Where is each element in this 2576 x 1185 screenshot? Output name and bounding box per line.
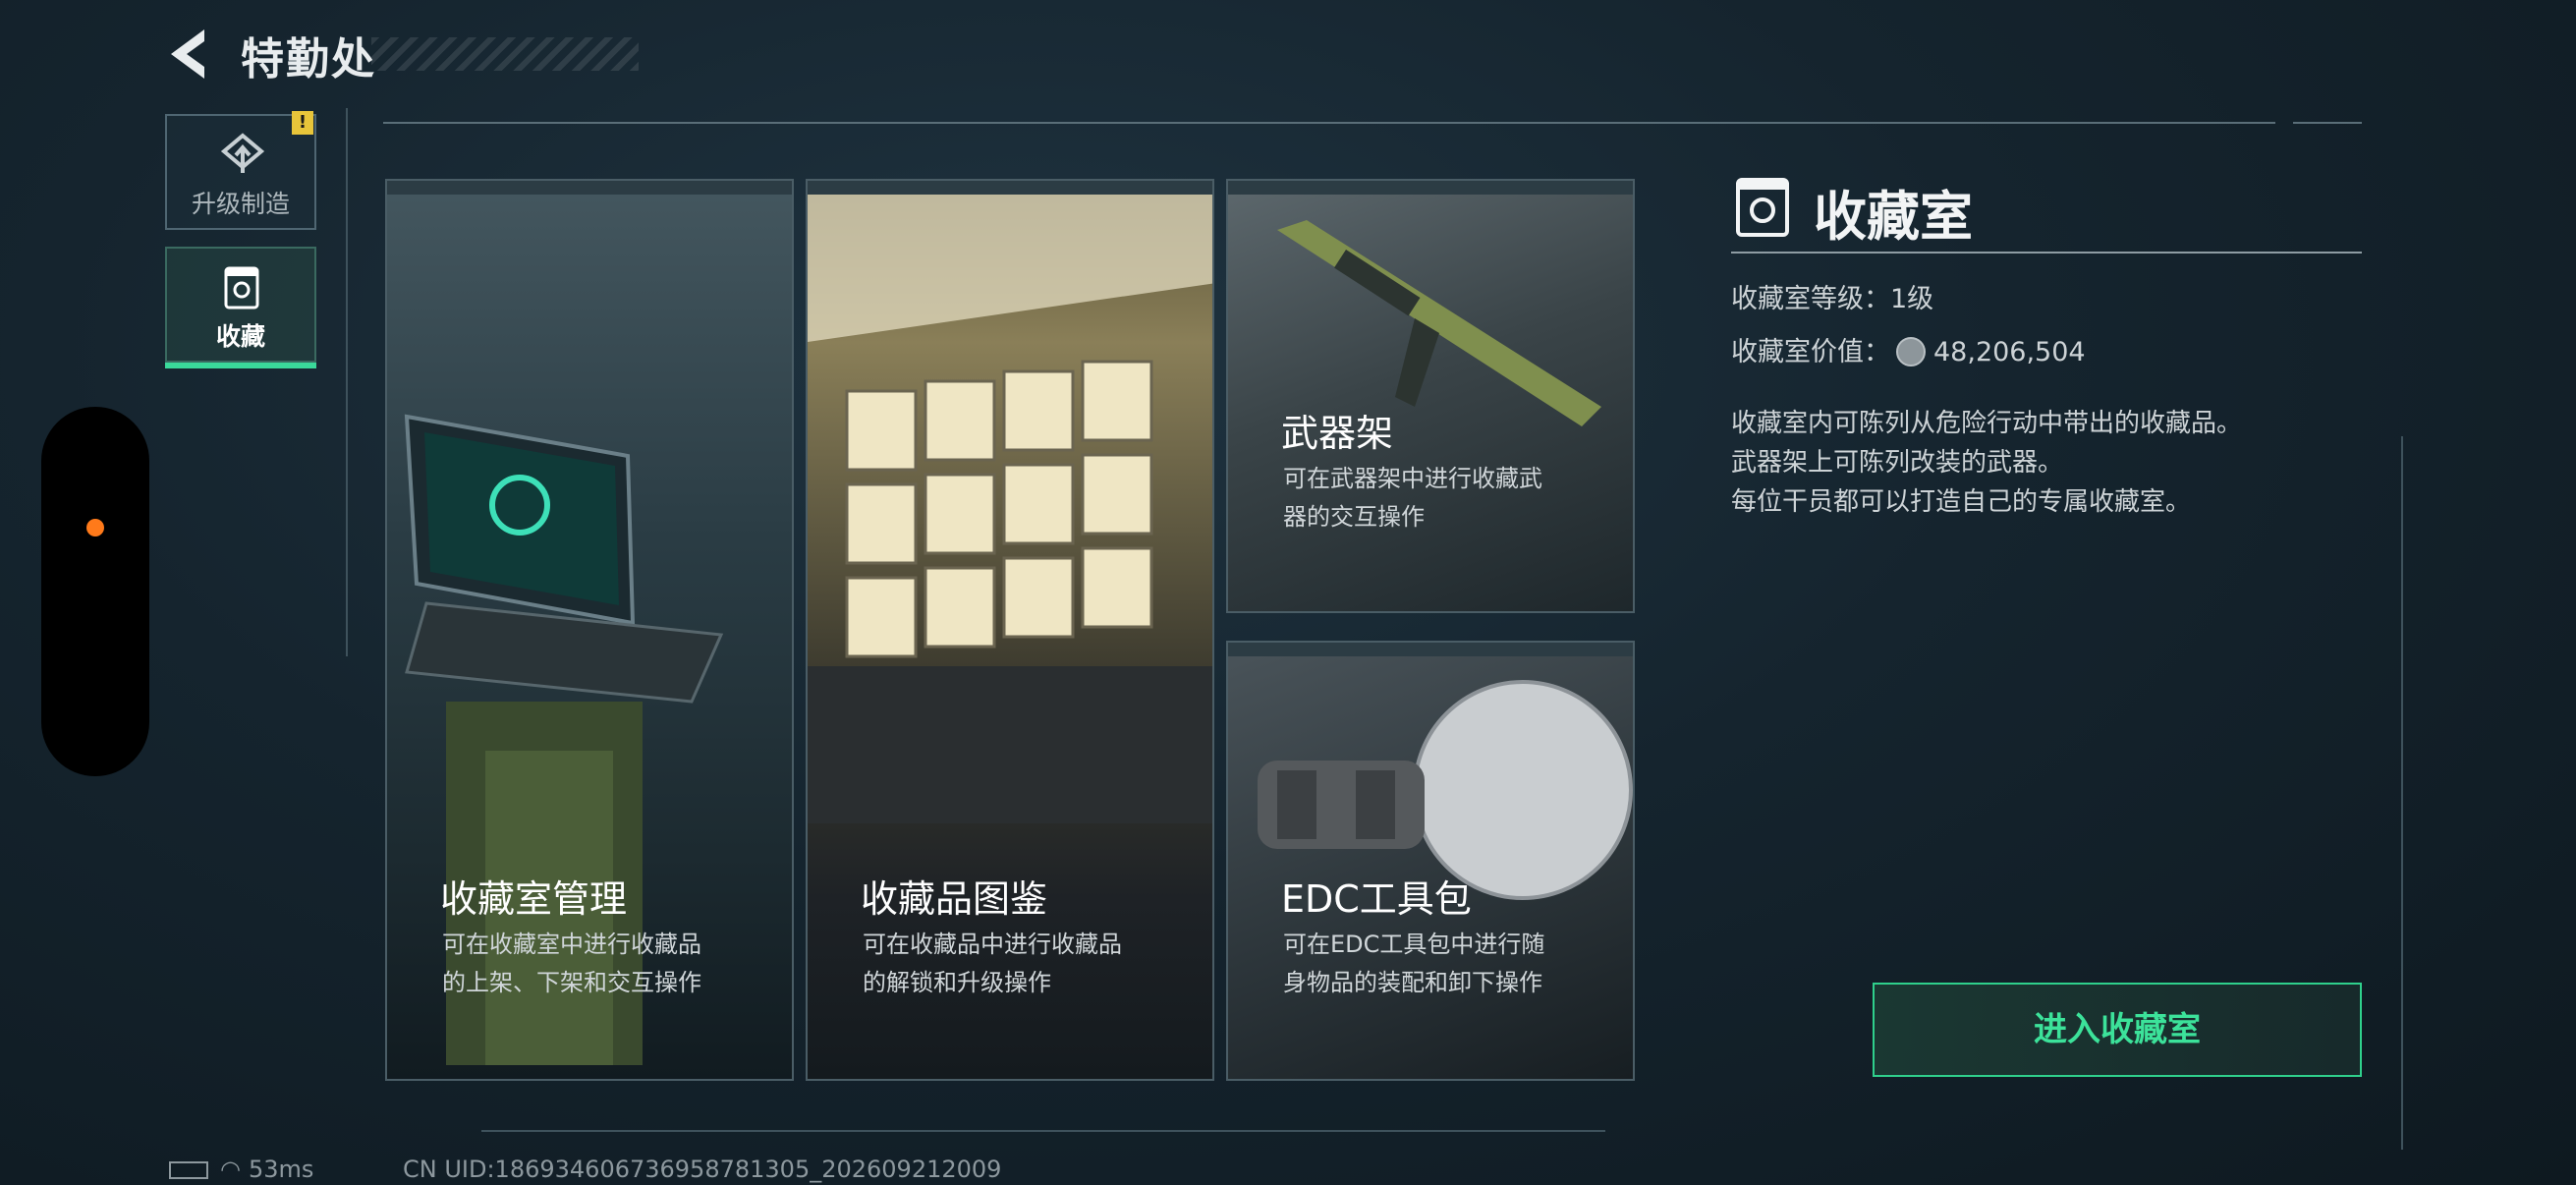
page-title: 特勤处 bbox=[241, 34, 376, 85]
stat-value: 1级 bbox=[1890, 284, 1934, 314]
detail-title: 收藏室 bbox=[1814, 186, 1973, 248]
upgrade-icon bbox=[220, 133, 265, 173]
card-tab bbox=[387, 181, 792, 195]
card-edc-toolkit[interactable]: EDC工具包 可在EDC工具包中进行随 身物品的装配和卸下操作 bbox=[1226, 641, 1635, 1081]
card-title: 武器架 bbox=[1281, 412, 1394, 455]
vault-icon bbox=[1736, 178, 1789, 237]
card-description: 可在收藏品中进行收藏品 的解锁和升级操作 bbox=[863, 931, 1122, 996]
card-title: 收藏品图鉴 bbox=[861, 877, 1048, 921]
coin-icon bbox=[1896, 336, 1926, 367]
nav-item-collection[interactable]: 收藏 bbox=[165, 247, 316, 368]
card-title: 收藏室管理 bbox=[440, 877, 628, 921]
collection-level: 收藏室等级：1级 bbox=[1731, 277, 1933, 315]
display-shelves-illustration bbox=[808, 195, 1212, 823]
card-description: 可在武器架中进行收藏武 器的交互操作 bbox=[1283, 465, 1542, 531]
title-decoration bbox=[371, 37, 639, 71]
card-description: 可在EDC工具包中进行随 身物品的装配和卸下操作 bbox=[1283, 931, 1545, 996]
indicator-dot bbox=[86, 519, 104, 536]
stat-label: 收藏室价值： bbox=[1731, 337, 1890, 367]
back-button[interactable] bbox=[165, 26, 216, 83]
alert-badge: ! bbox=[292, 111, 313, 135]
description-line: 武器架上可陈列改装的武器。 bbox=[1731, 448, 2064, 478]
right-divider bbox=[2401, 436, 2403, 1150]
ping-value: 53ms bbox=[248, 1156, 314, 1183]
collection-value: 收藏室价值： 48,206,504 bbox=[1731, 330, 2086, 370]
card-tab bbox=[1228, 181, 1633, 195]
battery-icon bbox=[169, 1161, 208, 1179]
card-collection-management[interactable]: 收藏室管理 可在收藏室中进行收藏品 的上架、下架和交互操作 bbox=[385, 179, 794, 1081]
nav-item-label: 升级制造 bbox=[191, 190, 290, 218]
vault-icon bbox=[224, 266, 259, 310]
card-collection-catalog[interactable]: 收藏品图鉴 可在收藏品中进行收藏品 的解锁和升级操作 bbox=[806, 179, 1214, 1081]
nav-divider bbox=[346, 108, 348, 656]
card-description: 可在收藏室中进行收藏品 的上架、下架和交互操作 bbox=[442, 931, 701, 996]
floating-assist-pill[interactable] bbox=[41, 407, 149, 776]
stat-value: 48,206,504 bbox=[1933, 337, 2086, 367]
top-divider bbox=[383, 122, 2275, 124]
description-line: 收藏室内可陈列从危险行动中带出的收藏品。 bbox=[1731, 409, 2243, 438]
card-weapon-rack[interactable]: 武器架 可在武器架中进行收藏武 器的交互操作 bbox=[1226, 179, 1635, 613]
card-tab bbox=[808, 181, 1212, 195]
wifi-icon: ◠ bbox=[220, 1156, 241, 1183]
status-bar: ◠ 53ms bbox=[169, 1156, 313, 1183]
active-indicator bbox=[165, 363, 316, 368]
top-divider-segment bbox=[2293, 122, 2362, 124]
stat-label: 收藏室等级： bbox=[1731, 284, 1890, 314]
card-title: EDC工具包 bbox=[1281, 877, 1472, 921]
bottom-divider bbox=[481, 1130, 1605, 1132]
back-arrow-icon bbox=[171, 29, 204, 79]
user-uid: CN UID:18693460673695878130​5_2026092120… bbox=[403, 1156, 1002, 1183]
nav-item-label: 收藏 bbox=[215, 322, 265, 351]
description-line: 每位干员都可以打造自己的专属收藏室。 bbox=[1731, 487, 2192, 517]
enter-collection-button[interactable]: 进入收藏室 bbox=[1873, 983, 2362, 1077]
detail-divider bbox=[1731, 252, 2362, 254]
card-tab bbox=[1228, 643, 1633, 656]
